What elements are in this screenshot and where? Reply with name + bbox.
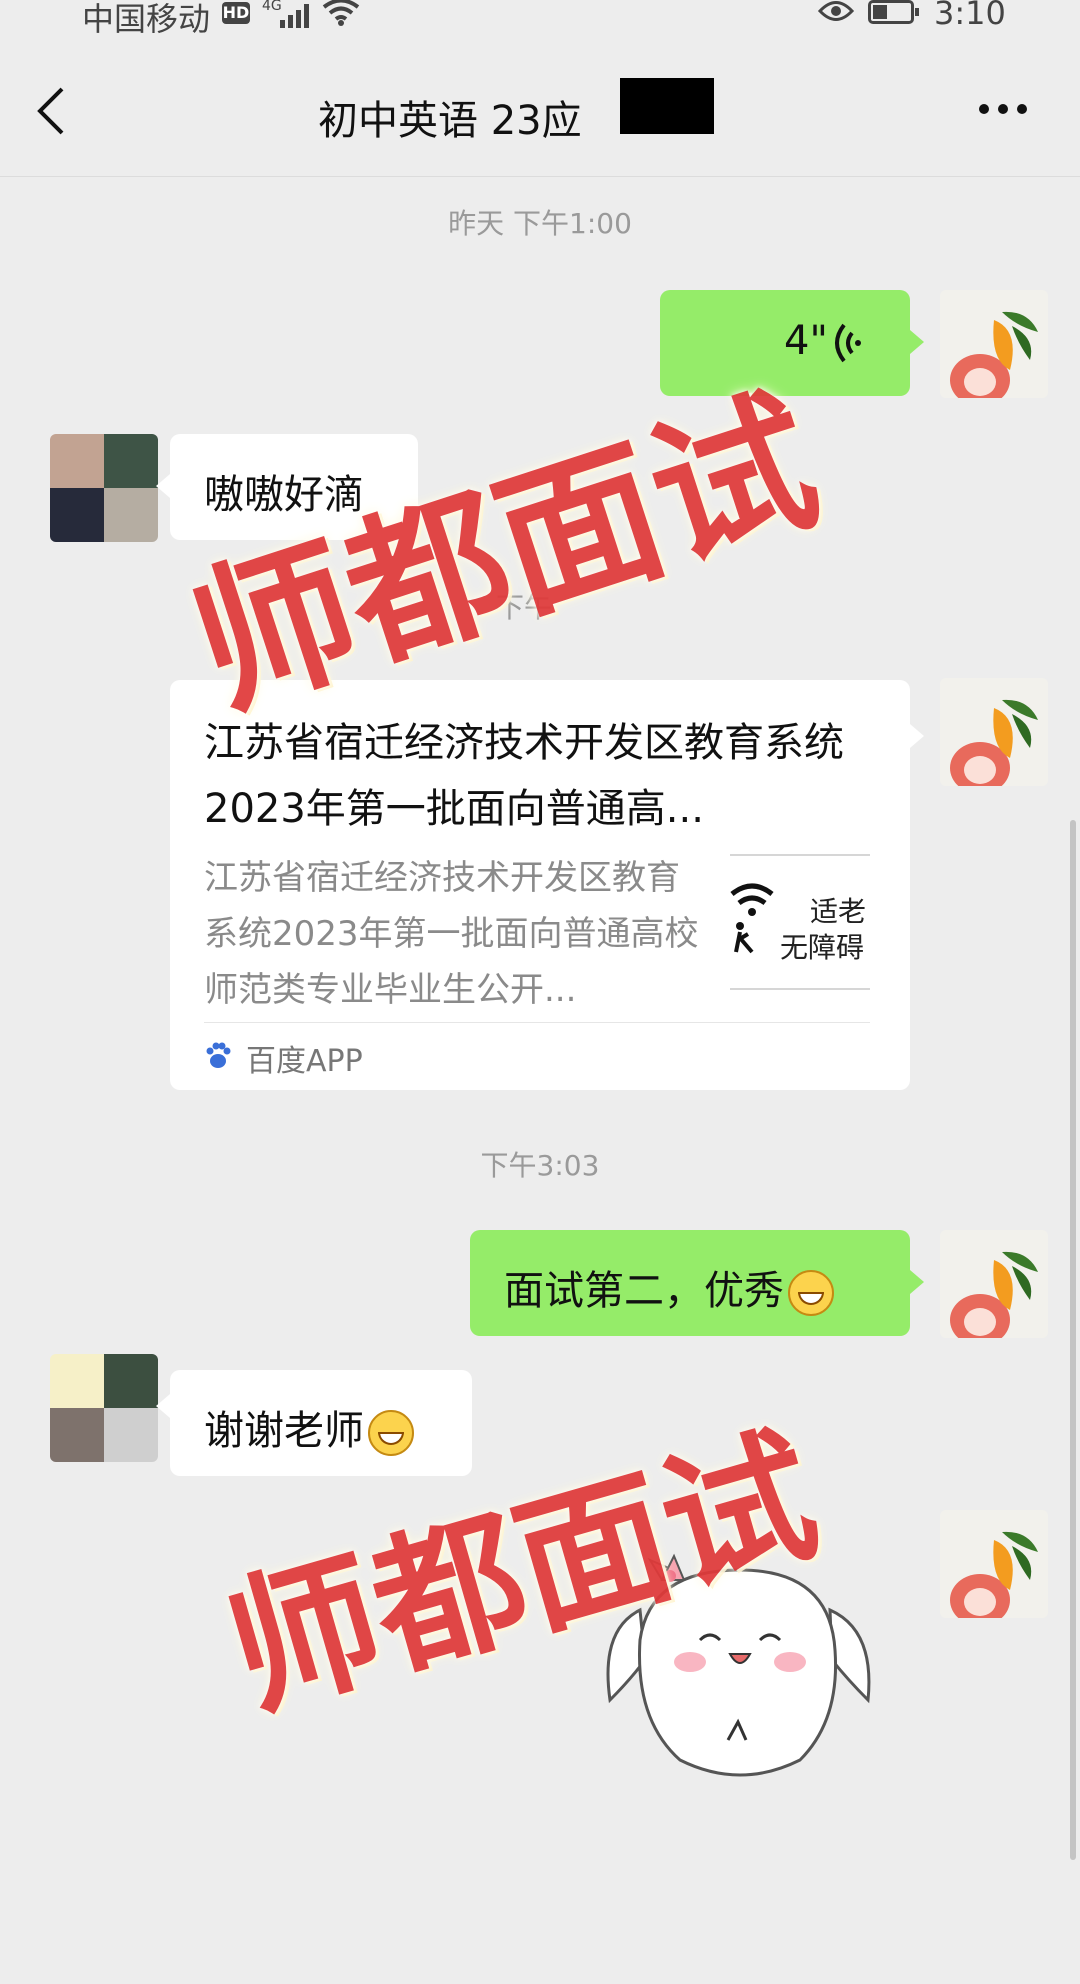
chat-title: 初中英语 23应 [318, 98, 582, 144]
avatar-contact[interactable] [50, 434, 158, 542]
divider [204, 1022, 870, 1023]
message-bubble-received[interactable]: 谢谢老师 [170, 1370, 472, 1476]
avatar-contact[interactable] [50, 1354, 158, 1462]
bubble-tail [910, 1270, 924, 1294]
chevron-left-icon[interactable] [36, 86, 66, 136]
voice-wave-icon [835, 323, 861, 363]
message-bubble-sent[interactable]: 面试第二，优秀 [470, 1230, 910, 1336]
scrollbar[interactable] [1070, 820, 1076, 1860]
grin-emoji-icon [788, 1270, 834, 1316]
avatar-self[interactable] [940, 290, 1048, 398]
carrier-name: 中国移动 [82, 0, 211, 38]
link-card-source: 百度APP [246, 1044, 363, 1079]
timestamp: 下午3:03 [480, 1149, 600, 1182]
voice-duration: 4" [784, 318, 828, 364]
avatar-self[interactable] [940, 678, 1048, 786]
status-bar: 中国移动 HD 4G 3:10 [0, 0, 1080, 40]
accessibility-icon [730, 883, 774, 954]
battery-icon [868, 0, 919, 24]
timestamp: 昨天 下午1:00 [448, 207, 632, 240]
thumb-text: 无障碍 [780, 931, 865, 964]
more-dots-icon[interactable] [978, 102, 1028, 116]
message-text: 面试第二，优秀 [504, 1258, 834, 1316]
grin-emoji-icon [368, 1410, 414, 1456]
bubble-tail [156, 474, 170, 498]
hd-badge: HD [222, 2, 250, 24]
avatar-self[interactable] [940, 1230, 1048, 1338]
signal-icon [280, 4, 309, 28]
chat-header: 初中英语 23应 [0, 40, 1080, 177]
link-card-thumbnail: 适老 无障碍 [730, 854, 870, 990]
thumb-text: 适老 [810, 895, 867, 928]
bubble-tail [156, 1394, 170, 1418]
eye-icon [818, 1, 854, 21]
link-card-description: 江苏省宿迁经济技术开发区教育系统2023年第一批面向普通高校师范类专业毕业生公开… [204, 858, 699, 1010]
redaction-block [620, 78, 714, 134]
baidu-paw-icon [206, 1042, 231, 1068]
network-type: 4G [262, 0, 282, 14]
bubble-tail [910, 724, 924, 748]
link-card[interactable]: 江苏省宿迁经济技术开发区教育系统2023年第一批面向普通高... 江苏省宿迁经济… [170, 680, 910, 1090]
status-time: 3:10 [934, 0, 1006, 32]
message-text: 谢谢老师 [204, 1398, 414, 1456]
avatar-self[interactable] [940, 1510, 1048, 1618]
wifi-icon [322, 0, 360, 26]
bubble-tail [910, 330, 924, 354]
link-card-title: 江苏省宿迁经济技术开发区教育系统2023年第一批面向普通高... [204, 720, 844, 832]
